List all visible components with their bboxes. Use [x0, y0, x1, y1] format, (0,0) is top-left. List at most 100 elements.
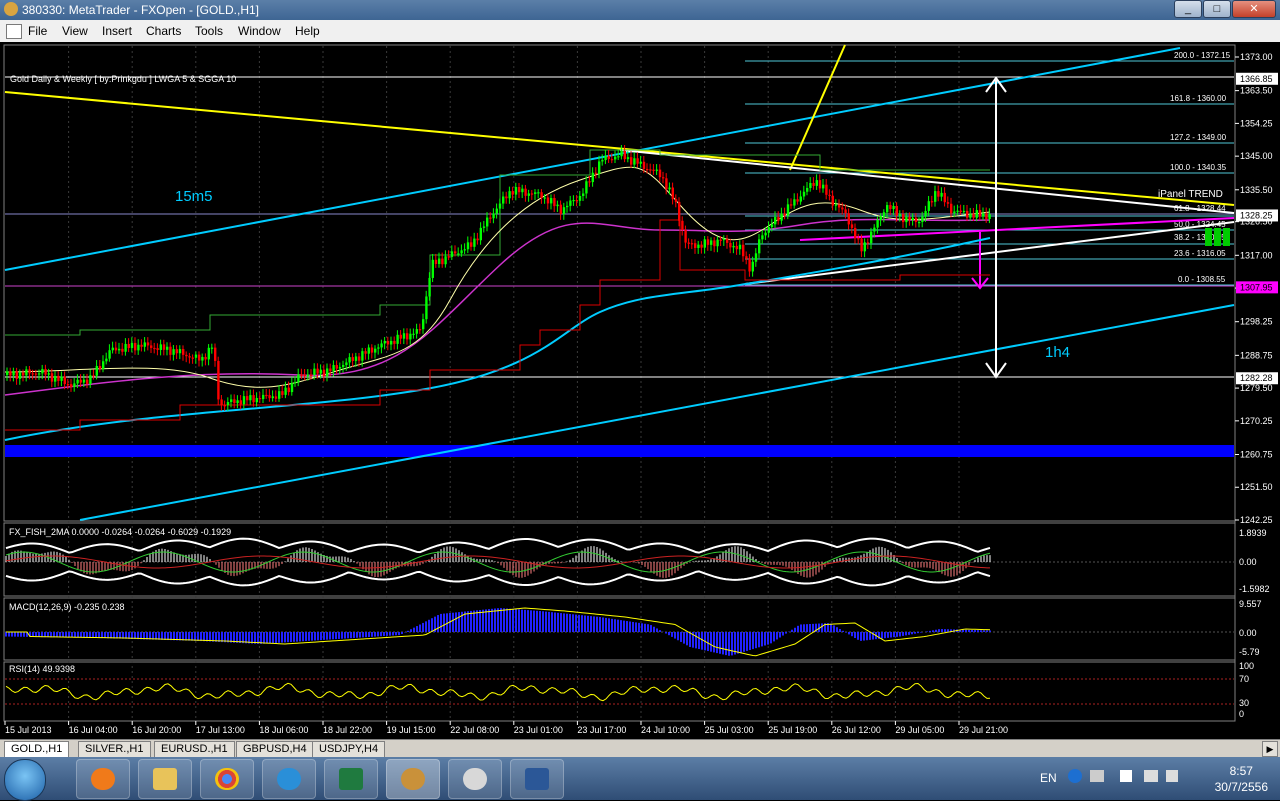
- window-titlebar[interactable]: 380330: MetaTrader - FXOpen - [GOLD.,H1]…: [0, 0, 1280, 20]
- candle-body: [770, 224, 774, 228]
- candle-body: [178, 349, 182, 354]
- internet-explorer-icon: [277, 768, 301, 790]
- time-axis[interactable]: 15 Jul 2013 16 Jul 04:00 16 Jul 20:00 17 Ju…: [4, 721, 1008, 735]
- menu-charts[interactable]: Charts: [146, 24, 181, 38]
- folder-icon: [153, 768, 177, 790]
- chart-canvas[interactable]: 200.0 - 1372.15 161.8 - 1360.00 127.2 - …: [0, 42, 1280, 739]
- candle-body: [886, 205, 889, 213]
- candle-body: [508, 191, 511, 199]
- candle-body: [470, 242, 473, 247]
- candle-body: [780, 213, 783, 221]
- tab-eurusd-h1[interactable]: EURUSD.,H1: [154, 741, 235, 758]
- candle-body: [434, 259, 438, 264]
- maximize-button[interactable]: □: [1203, 0, 1231, 18]
- volume-icon[interactable]: [1166, 770, 1178, 782]
- time-axis-label: 19 Jul 15:00: [387, 725, 436, 735]
- taskbar-internet-explorer[interactable]: [262, 759, 316, 799]
- candle-body: [492, 213, 495, 219]
- candle-body: [198, 354, 201, 361]
- menu-tools[interactable]: Tools: [195, 24, 223, 38]
- candle-body: [735, 245, 738, 250]
- rsi-label: RSI(14) 49.9398: [9, 664, 75, 674]
- candle-body: [105, 358, 108, 362]
- tabs-scroll-right-icon[interactable]: ▶: [1262, 741, 1278, 757]
- window-title: 380330: MetaTrader - FXOpen - [GOLD.,H1]: [22, 3, 259, 17]
- candle-body: [895, 205, 898, 216]
- candle-body: [278, 391, 281, 399]
- action-center-flag-icon[interactable]: [1120, 770, 1132, 782]
- keyboard-icon[interactable]: [1090, 770, 1104, 782]
- candle-body: [223, 405, 226, 407]
- metatrader-app-icon[interactable]: [4, 2, 18, 16]
- fisher-white-line-2: [5, 570, 991, 587]
- taskbar-media-player[interactable]: [76, 759, 130, 799]
- taskbar-excel[interactable]: [324, 759, 378, 799]
- support-zone-band: [5, 445, 1234, 457]
- candle-body: [377, 347, 380, 349]
- candle-body: [806, 187, 809, 192]
- candle-body: [63, 376, 66, 385]
- candle-body: [284, 387, 287, 395]
- candle-body: [217, 360, 220, 400]
- candle-body: [562, 207, 566, 215]
- candle-body: [73, 383, 76, 387]
- menu-file[interactable]: File: [28, 24, 47, 38]
- candle-body: [774, 217, 777, 225]
- candle-body: [863, 242, 866, 252]
- taskbar-chrome[interactable]: [200, 759, 254, 799]
- document-icon[interactable]: [6, 24, 22, 39]
- candle-body: [988, 214, 991, 220]
- candle-body: [706, 239, 710, 245]
- price-scale-label: 1270.25: [1240, 416, 1273, 426]
- candle-body: [668, 187, 671, 190]
- tab-silver-h1[interactable]: SILVER.,H1: [78, 741, 151, 758]
- start-button[interactable]: [4, 759, 46, 801]
- label-15m5: 15m5: [175, 188, 213, 205]
- candle-body: [690, 243, 694, 245]
- network-icon[interactable]: [1144, 770, 1158, 782]
- help-icon[interactable]: [1068, 769, 1082, 783]
- candle-body: [902, 214, 905, 223]
- time-axis-label: 22 Jul 08:00: [450, 725, 499, 735]
- candle-body: [495, 208, 498, 214]
- candle-body: [786, 204, 790, 216]
- candle-body: [18, 372, 22, 379]
- candle-body: [972, 213, 975, 218]
- menu-view[interactable]: View: [62, 24, 88, 38]
- taskbar-paint[interactable]: [448, 759, 502, 799]
- menu-help[interactable]: Help: [295, 24, 320, 38]
- candle-body: [777, 217, 780, 221]
- media-player-icon: [91, 768, 115, 790]
- candle-body: [418, 329, 422, 331]
- tab-gbpusd-h4[interactable]: GBPUSD,H4: [236, 741, 314, 758]
- candle-body: [367, 347, 370, 354]
- candle-body: [655, 169, 658, 171]
- candle-body: [604, 155, 607, 161]
- chart-window[interactable]: 200.0 - 1372.15 161.8 - 1360.00 127.2 - …: [0, 42, 1280, 739]
- price-scale-label: 1354.25: [1240, 118, 1273, 128]
- menu-insert[interactable]: Insert: [102, 24, 132, 38]
- candle-body: [153, 347, 156, 350]
- candle-body: [854, 227, 857, 239]
- clock[interactable]: 8:57 30/7/2556: [1215, 763, 1268, 795]
- time-axis-label: 18 Jul 22:00: [323, 725, 372, 735]
- price-tag-label: 1328.25: [1240, 210, 1273, 220]
- candle-body: [956, 210, 959, 212]
- candle-body: [210, 347, 214, 349]
- tab-usdjpy-h4[interactable]: USDJPY,H4: [312, 741, 386, 758]
- candle-body: [825, 184, 828, 195]
- candle-body: [290, 383, 294, 393]
- taskbar-metatrader[interactable]: [386, 759, 440, 799]
- menu-window[interactable]: Window: [238, 24, 281, 38]
- candle-body: [498, 203, 502, 209]
- fib-label: 161.8 - 1360.00: [1170, 94, 1227, 103]
- candle-body: [588, 181, 591, 183]
- candle-body: [710, 240, 713, 245]
- taskbar-file-explorer[interactable]: [138, 759, 192, 799]
- taskbar-word[interactable]: [510, 759, 564, 799]
- close-button[interactable]: ✕: [1232, 0, 1276, 18]
- minimize-button[interactable]: _: [1174, 0, 1202, 18]
- price-scale-label: 1335.50: [1240, 185, 1273, 195]
- tab-gold-h1[interactable]: GOLD.,H1: [4, 741, 70, 758]
- language-indicator[interactable]: EN: [1040, 771, 1057, 785]
